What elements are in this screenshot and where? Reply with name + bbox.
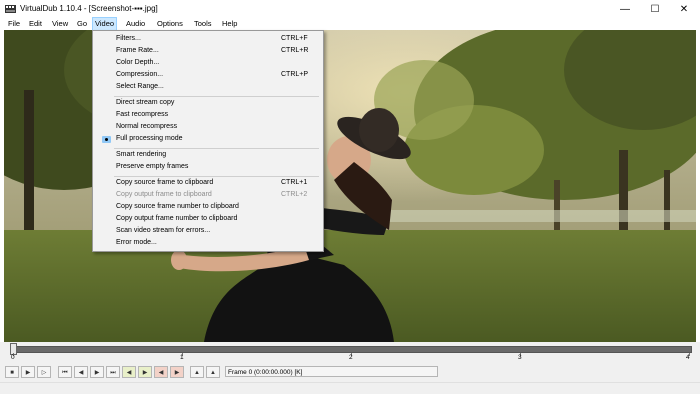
go-to-start-icon[interactable]: ⏮ xyxy=(58,366,72,378)
menu-item-preserve-empty-frames[interactable]: Preserve empty frames xyxy=(93,161,323,173)
minimize-button[interactable]: — xyxy=(608,0,642,18)
menu-bar: File Edit View Go Video Audio Options To… xyxy=(0,17,700,31)
stop-icon[interactable]: ■ xyxy=(5,366,19,378)
video-menu-dropdown: Filters... CTRL+F Frame Rate... CTRL+R C… xyxy=(92,30,324,252)
frame-readout: Frame 0 (0:00:00.000) [K] xyxy=(225,366,438,377)
next-frame-icon[interactable]: ▶ xyxy=(90,366,104,378)
previous-frame-icon[interactable]: ◀ xyxy=(74,366,88,378)
menu-edit[interactable]: Edit xyxy=(27,18,44,30)
timeline-tick-label: 1 xyxy=(180,354,184,361)
menu-video[interactable]: Video xyxy=(91,17,118,31)
menu-view[interactable]: View xyxy=(50,18,70,30)
menu-item-full-processing-mode[interactable]: Full processing mode xyxy=(93,133,323,145)
position-track[interactable] xyxy=(12,346,692,353)
timeline-tick-label: 2 xyxy=(349,354,353,361)
menu-options[interactable]: Options xyxy=(155,18,185,30)
menu-item-fast-recompress[interactable]: Fast recompress xyxy=(93,109,323,121)
menu-item-scan-video-stream[interactable]: Scan video stream for errors... xyxy=(93,225,323,237)
play-input-icon[interactable]: ▶ xyxy=(21,366,35,378)
menu-item-copy-source-frame-number[interactable]: Copy source frame number to clipboard xyxy=(93,201,323,213)
timeline-tick-label: 0 xyxy=(11,354,15,361)
virtualdub-app-icon[interactable] xyxy=(5,4,16,14)
radio-check-icon xyxy=(102,136,111,143)
menu-item-filters[interactable]: Filters... CTRL+F xyxy=(93,33,323,45)
menu-item-copy-output-frame-number[interactable]: Copy output frame number to clipboard xyxy=(93,213,323,225)
previous-keyframe-icon[interactable]: ◀ xyxy=(122,366,136,378)
play-output-icon[interactable]: ▷ xyxy=(37,366,51,378)
scene-forward-icon[interactable]: ▶ xyxy=(170,366,184,378)
menu-item-direct-stream-copy[interactable]: Direct stream copy xyxy=(93,97,323,109)
timeline-tick-label: 4 xyxy=(686,354,690,361)
menu-help[interactable]: Help xyxy=(220,18,239,30)
menu-item-copy-source-frame[interactable]: Copy source frame to clipboard CTRL+1 xyxy=(93,177,323,189)
mark-in-icon[interactable]: ▲ xyxy=(190,366,204,378)
menu-item-frame-rate[interactable]: Frame Rate... CTRL+R xyxy=(93,45,323,57)
timeline: 0 1 2 3 4 xyxy=(0,342,700,364)
status-bar xyxy=(0,382,700,394)
menu-item-copy-output-frame: Copy output frame to clipboard CTRL+2 xyxy=(116,191,308,198)
menu-item-error-mode[interactable]: Error mode... xyxy=(93,237,323,249)
menu-item-color-depth[interactable]: Color Depth... xyxy=(93,57,323,69)
menu-item-compression[interactable]: Compression... CTRL+P xyxy=(93,69,323,81)
menu-item-smart-rendering[interactable]: Smart rendering xyxy=(93,149,323,161)
mark-out-icon[interactable]: ▲ xyxy=(206,366,220,378)
menu-tools[interactable]: Tools xyxy=(192,18,214,30)
menu-item-select-range[interactable]: Select Range... xyxy=(93,81,323,93)
playback-toolbar: ■ ▶ ▷ ⏮ ◀ ▶ ⏭ ◀ ▶ ◀ ▶ ▲ ▲ Frame 0 (0:00:… xyxy=(0,364,700,382)
close-button[interactable]: ✕ xyxy=(667,0,700,18)
window-title: VirtualDub 1.10.4 - [Screenshot-▪▪▪.jpg] xyxy=(20,4,158,13)
scene-back-icon[interactable]: ◀ xyxy=(154,366,168,378)
next-keyframe-icon[interactable]: ▶ xyxy=(138,366,152,378)
timeline-tick-label: 3 xyxy=(518,354,522,361)
menu-item-normal-recompress[interactable]: Normal recompress xyxy=(93,121,323,133)
title-bar: VirtualDub 1.10.4 - [Screenshot-▪▪▪.jpg]… xyxy=(0,0,700,18)
menu-audio[interactable]: Audio xyxy=(124,18,147,30)
menu-go[interactable]: Go xyxy=(75,18,89,30)
menu-file[interactable]: File xyxy=(6,18,22,30)
go-to-end-icon[interactable]: ⏭ xyxy=(106,366,120,378)
